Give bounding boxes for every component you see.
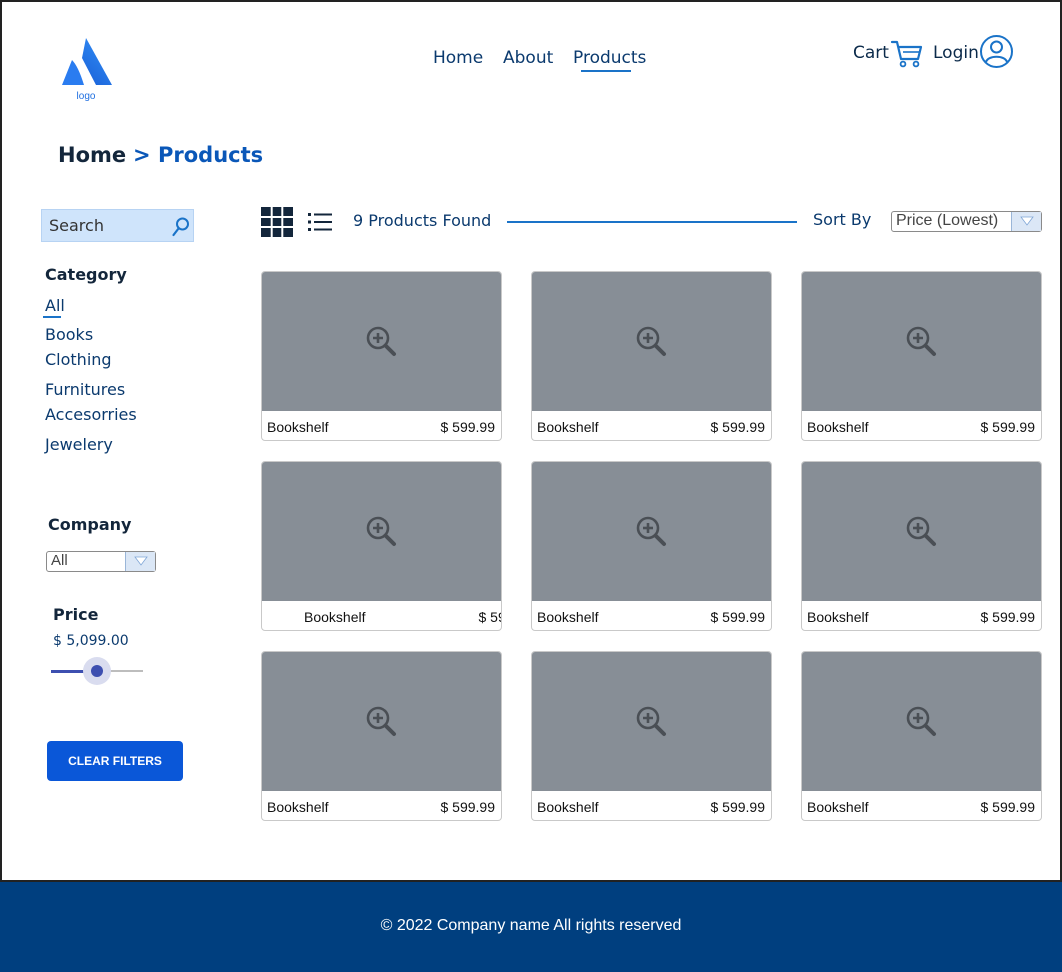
sort-select-arrow[interactable] bbox=[1011, 212, 1041, 231]
product-price: $ 599.99 bbox=[710, 609, 766, 625]
price-value: $ 5,099.00 bbox=[53, 633, 129, 649]
search-placeholder: Search bbox=[49, 216, 104, 235]
price-heading: Price bbox=[53, 605, 99, 624]
sort-label: Sort By bbox=[813, 210, 872, 229]
product-price: $ 599.99 bbox=[710, 419, 766, 435]
product-image[interactable] bbox=[802, 462, 1041, 601]
product-price: $ 599.99 bbox=[440, 419, 496, 435]
nav-active-indicator bbox=[581, 70, 631, 72]
zoom-in-icon[interactable] bbox=[905, 325, 939, 359]
nav-products[interactable]: Products bbox=[573, 48, 646, 68]
category-furnitures[interactable]: Furnitures bbox=[45, 380, 125, 399]
category-heading: Category bbox=[45, 265, 127, 284]
product-card[interactable]: Bookshelf $ 599.99 bbox=[531, 651, 772, 821]
product-name: Bookshelf bbox=[807, 609, 869, 625]
product-price: $ 599.99 bbox=[980, 609, 1036, 625]
login-link[interactable]: Login bbox=[933, 43, 979, 63]
product-image[interactable] bbox=[802, 272, 1041, 411]
product-price: $ 599.99 bbox=[710, 799, 766, 815]
product-card[interactable]: Bookshelf $ 599.99 bbox=[801, 461, 1042, 631]
zoom-in-icon[interactable] bbox=[635, 515, 669, 549]
nav-home[interactable]: Home bbox=[433, 48, 483, 68]
products-found-count: 9 Products Found bbox=[353, 211, 492, 230]
search-icon[interactable] bbox=[171, 216, 191, 238]
sort-select-value: Price (Lowest) bbox=[896, 212, 999, 229]
category-books[interactable]: Books bbox=[45, 325, 93, 344]
category-jewelery[interactable]: Jewelery bbox=[45, 435, 113, 454]
product-image[interactable] bbox=[802, 652, 1041, 791]
product-card[interactable]: Bookshelf $ 599.99 bbox=[801, 271, 1042, 441]
company-select-value: All bbox=[51, 552, 68, 569]
user-icon[interactable] bbox=[979, 34, 1014, 69]
product-card[interactable]: Bookshelf $ 599.99 bbox=[801, 651, 1042, 821]
price-slider-thumb[interactable] bbox=[91, 665, 103, 677]
clear-filters-button[interactable]: CLEAR FILTERS bbox=[47, 741, 183, 781]
company-select-arrow[interactable] bbox=[125, 552, 155, 571]
product-card[interactable]: Bookshelf $ 599.99 bbox=[261, 651, 502, 821]
nav-about[interactable]: About bbox=[503, 48, 553, 68]
product-image[interactable] bbox=[262, 462, 501, 601]
zoom-in-icon[interactable] bbox=[635, 325, 669, 359]
product-price: $ 599.99 bbox=[980, 419, 1036, 435]
product-card[interactable]: Bookshelf $ 599.99 bbox=[531, 271, 772, 441]
product-name: Bookshelf bbox=[267, 419, 329, 435]
zoom-in-icon[interactable] bbox=[365, 705, 399, 739]
toolbar-divider bbox=[507, 221, 797, 223]
category-active-indicator bbox=[43, 316, 61, 318]
product-name: Bookshelf bbox=[537, 609, 599, 625]
cart-link[interactable]: Cart bbox=[853, 43, 889, 63]
company-heading: Company bbox=[48, 515, 132, 534]
product-name: Bookshelf bbox=[537, 419, 599, 435]
footer-copyright: © 2022 Company name All rights reserved bbox=[380, 917, 682, 934]
product-name: Bookshelf bbox=[807, 799, 869, 815]
category-all[interactable]: All bbox=[45, 296, 65, 315]
product-name: Bookshelf bbox=[807, 419, 869, 435]
zoom-in-icon[interactable] bbox=[365, 325, 399, 359]
zoom-in-icon[interactable] bbox=[635, 705, 669, 739]
product-card[interactable]: Bookshelf $ 599.99 bbox=[261, 271, 502, 441]
product-card[interactable]: Bookshelf $ 599.99 bbox=[531, 461, 772, 631]
breadcrumb-separator: > bbox=[133, 143, 151, 167]
chevron-down-icon bbox=[1020, 216, 1034, 226]
product-image[interactable] bbox=[532, 652, 771, 791]
product-price: $ 599.99 bbox=[440, 799, 496, 815]
category-accessories[interactable]: Accesorries bbox=[45, 405, 137, 424]
zoom-in-icon[interactable] bbox=[905, 515, 939, 549]
product-price: $ 599.99 bbox=[980, 799, 1036, 815]
product-card[interactable]: Bookshelf $ 599.99 bbox=[261, 461, 502, 631]
list-view-icon[interactable] bbox=[307, 211, 333, 233]
grid-view-icon[interactable] bbox=[261, 207, 293, 237]
chevron-down-icon bbox=[134, 556, 148, 566]
product-price: $ 599.99 bbox=[478, 609, 502, 625]
product-name: Bookshelf bbox=[537, 799, 599, 815]
breadcrumb-home[interactable]: Home bbox=[58, 143, 126, 167]
product-image[interactable] bbox=[262, 272, 501, 411]
product-name: Bookshelf bbox=[267, 799, 329, 815]
zoom-in-icon[interactable] bbox=[905, 705, 939, 739]
cart-icon[interactable] bbox=[890, 39, 924, 69]
product-image[interactable] bbox=[262, 652, 501, 791]
logo-icon bbox=[62, 38, 112, 85]
logo-label: logo bbox=[76, 91, 96, 102]
product-image[interactable] bbox=[532, 272, 771, 411]
category-clothing[interactable]: Clothing bbox=[45, 350, 112, 369]
product-image[interactable] bbox=[532, 462, 771, 601]
zoom-in-icon[interactable] bbox=[365, 515, 399, 549]
product-name: Bookshelf bbox=[304, 609, 366, 625]
company-select[interactable]: All bbox=[46, 551, 156, 572]
breadcrumb-current: Products bbox=[158, 143, 264, 167]
sort-select[interactable]: Price (Lowest) bbox=[891, 211, 1042, 232]
